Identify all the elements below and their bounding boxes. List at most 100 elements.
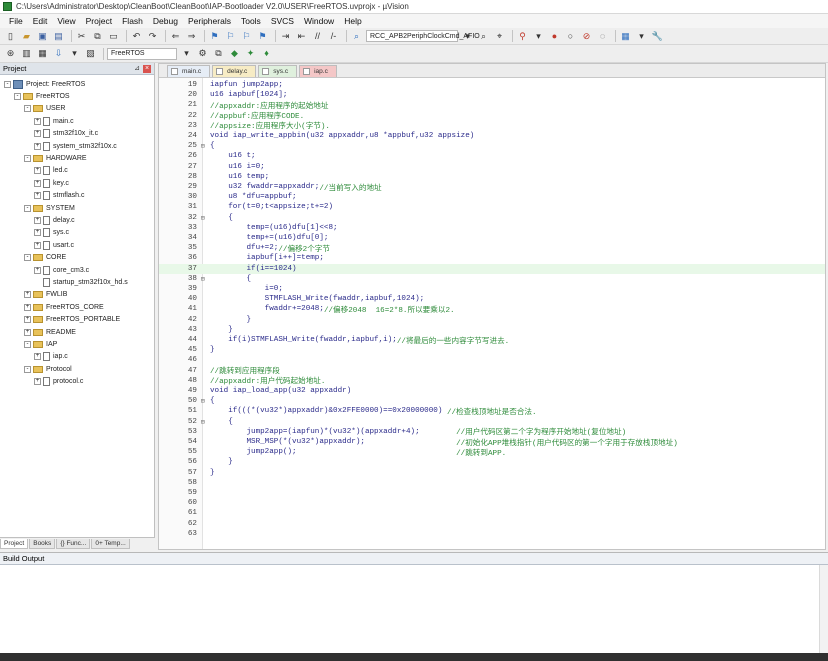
close-icon[interactable]: × — [143, 64, 151, 73]
collapse-icon[interactable]: - — [14, 93, 21, 101]
code-line[interactable]: 24 void iap_write_appbin(u32 appxaddr,u8 … — [159, 131, 825, 141]
tree-folder-item[interactable]: - Protocol — [0, 363, 154, 375]
tab-templates[interactable]: 0+ Temp... — [91, 539, 130, 549]
tree-file-item[interactable]: + core_cm3.c — [0, 264, 154, 276]
window-layout-icon[interactable]: ▦ — [619, 30, 632, 43]
unindent-icon[interactable]: ⇤ — [295, 30, 308, 43]
expand-icon[interactable]: + — [34, 179, 41, 187]
tree-folder-item[interactable]: + FreeRTOS_PORTABLE — [0, 313, 154, 325]
incremental-find-icon[interactable]: ⌖ — [493, 30, 506, 43]
code-line[interactable]: 26 u16 t; — [159, 151, 825, 161]
code-line[interactable]: 47//跳转到应用程序段 — [159, 366, 825, 377]
tree-file-item[interactable]: + stmflash.c — [0, 190, 154, 202]
tree-file-item[interactable]: + stm32f10x_it.c — [0, 128, 154, 140]
tree-folder-item[interactable]: - FreeRTOS — [0, 90, 154, 102]
expand-icon[interactable]: + — [34, 167, 41, 175]
code-line[interactable]: 57} — [159, 468, 825, 478]
expand-icon[interactable]: + — [34, 353, 41, 361]
collapse-icon[interactable]: - — [4, 80, 11, 88]
expand-icon[interactable]: + — [34, 241, 41, 249]
configure-icon[interactable]: 🔧 — [651, 30, 664, 43]
code-text-area[interactable]: 19 iapfun jump2app; 20 u16 iapbuf[1024]; 21/… — [159, 78, 825, 549]
find-icon[interactable]: ⌕ — [477, 30, 490, 43]
debug-start-icon[interactable]: ⚲ — [516, 30, 529, 43]
tab-functions[interactable]: {} Func... — [56, 539, 91, 549]
code-line[interactable]: 21//appxaddr:应用程序的起始地址 — [159, 100, 825, 111]
expand-icon[interactable]: + — [34, 130, 41, 138]
tab-delay-c[interactable]: delay.c — [212, 65, 257, 77]
fold-toggle-icon[interactable]: ⊟ — [199, 397, 207, 405]
expand-icon[interactable]: + — [34, 229, 41, 237]
code-line[interactable]: 37 if(i==1024) — [159, 263, 825, 274]
tree-file-item[interactable]: + system_stm32f10x.c — [0, 140, 154, 152]
code-line[interactable]: 40 STMFLASH_Write(fwaddr,iapbuf,1024); — [159, 294, 825, 304]
menu-tools[interactable]: Tools — [236, 16, 266, 26]
comment-icon[interactable]: // — [311, 30, 324, 43]
nav-back-icon[interactable]: ⇐ — [169, 30, 182, 43]
code-line[interactable]: 30 u8 *dfu=appbuf; — [159, 192, 825, 202]
collapse-icon[interactable]: - — [24, 365, 31, 373]
breakpoint-kill-icon[interactable]: ⊘ — [580, 30, 593, 43]
tab-books[interactable]: Books — [29, 539, 56, 549]
paste-icon[interactable]: ▭ — [107, 30, 120, 43]
tree-file-item[interactable]: startup_stm32f10x_hd.s — [0, 276, 154, 288]
code-line[interactable]: 54 MSR_MSP(*(vu32*)appxaddr); //初始化APP堆栈… — [159, 437, 825, 448]
tab-iap-c[interactable]: iap.c — [299, 65, 337, 77]
expand-icon[interactable]: + — [34, 142, 41, 150]
tree-file-item[interactable]: + key.c — [0, 177, 154, 189]
tree-folder-item[interactable]: - IAP — [0, 338, 154, 350]
bookmark-prev-icon[interactable]: ⚐ — [224, 30, 237, 43]
bookmark-set-icon[interactable]: ⚑ — [208, 30, 221, 43]
code-line[interactable]: 28 u16 temp; — [159, 172, 825, 182]
code-line[interactable]: 19 iapfun jump2app; — [159, 80, 825, 90]
run-time-environment-icon[interactable]: ✦ — [244, 47, 257, 60]
menu-peripherals[interactable]: Peripherals — [183, 16, 236, 26]
menu-window[interactable]: Window — [299, 16, 339, 26]
code-line[interactable]: 59 — [159, 488, 825, 498]
collapse-icon[interactable]: - — [24, 204, 31, 212]
menu-debug[interactable]: Debug — [148, 16, 183, 26]
rebuild-icon[interactable]: ▦ — [36, 47, 49, 60]
code-line[interactable]: 33 temp=(u16)dfu[1]<<8; — [159, 223, 825, 233]
tree-file-item[interactable]: + sys.c — [0, 227, 154, 239]
undo-icon[interactable]: ↶ — [130, 30, 143, 43]
menu-file[interactable]: File — [4, 16, 28, 26]
code-line[interactable]: 27 u16 i=0; — [159, 162, 825, 172]
new-file-icon[interactable]: ▯ — [4, 30, 17, 43]
find-in-files-icon[interactable]: ⌕ — [350, 30, 363, 43]
tree-folder-item[interactable]: - SYSTEM — [0, 202, 154, 214]
tree-folder-item[interactable]: + FWLIB — [0, 289, 154, 301]
code-line[interactable]: 20 u16 iapbuf[1024]; — [159, 90, 825, 100]
code-line[interactable]: 50 ⊟{ — [159, 396, 825, 406]
stop-build-icon[interactable]: ▧ — [84, 47, 97, 60]
code-line[interactable]: 35 dfu+=2;//偏移2个字节 — [159, 243, 825, 254]
expand-icon[interactable]: + — [34, 378, 41, 386]
download-icon[interactable]: ⇩ — [52, 47, 65, 60]
manage-components-icon[interactable]: ◆ — [228, 47, 241, 60]
fold-toggle-icon[interactable]: ⊟ — [199, 142, 207, 150]
collapse-icon[interactable]: - — [24, 105, 31, 113]
tree-folder-item[interactable]: + FreeRTOS_CORE — [0, 301, 154, 313]
menu-flash[interactable]: Flash — [117, 16, 148, 26]
code-line[interactable]: 36 iapbuf[i++]=temp; — [159, 253, 825, 263]
tree-folder-item[interactable]: - USER — [0, 103, 154, 115]
code-line[interactable]: 38 ⊟ { — [159, 274, 825, 284]
menu-project[interactable]: Project — [81, 16, 117, 26]
save-icon[interactable]: ▣ — [36, 30, 49, 43]
tree-file-item[interactable]: + main.c — [0, 115, 154, 127]
code-line[interactable]: 58 — [159, 478, 825, 488]
code-line[interactable]: 25 ⊟{ — [159, 141, 825, 151]
breakpoint-clear-icon[interactable]: ◌ — [596, 30, 609, 43]
target-dropdown-icon[interactable]: ▾ — [180, 47, 193, 60]
download-dropdown-icon[interactable]: ▾ — [68, 47, 81, 60]
tree-file-item[interactable]: + iap.c — [0, 351, 154, 363]
tree-folder-item[interactable]: - HARDWARE — [0, 152, 154, 164]
cut-icon[interactable]: ✂ — [75, 30, 88, 43]
menu-svcs[interactable]: SVCS — [266, 16, 299, 26]
expand-icon[interactable]: + — [34, 216, 41, 224]
tree-root-item[interactable]: - Project: FreeRTOS — [0, 78, 154, 90]
code-line[interactable]: 23 //appsize:应用程序大小(字节). — [159, 121, 825, 132]
code-line[interactable]: 44 if(i)STMFLASH_Write(fwaddr,iapbuf,i);… — [159, 335, 825, 346]
expand-icon[interactable]: + — [34, 192, 41, 200]
tree-file-item[interactable]: + usart.c — [0, 239, 154, 251]
